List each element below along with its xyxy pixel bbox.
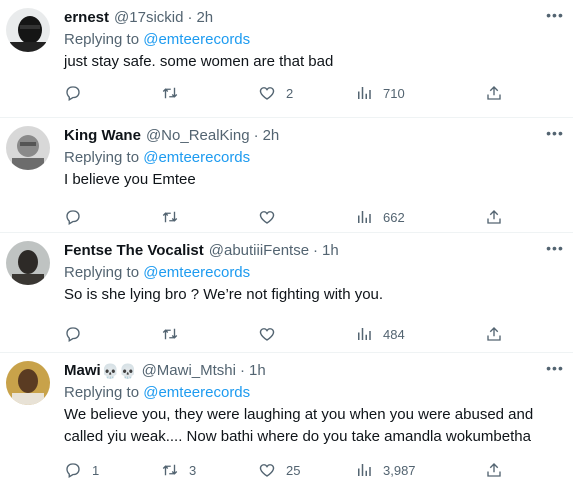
retweet-icon	[161, 461, 179, 479]
views-button[interactable]: 710	[355, 84, 452, 102]
user-handle[interactable]: @abutiiiFentse	[209, 241, 309, 261]
tweet-text: So is she lying bro ? We’re not fighting…	[64, 286, 384, 303]
share-button[interactable]	[485, 208, 503, 226]
reply-bubble-icon	[64, 208, 82, 226]
user-handle[interactable]: @17sickid	[114, 8, 183, 28]
like-button[interactable]	[258, 325, 355, 343]
more-dots-icon[interactable]: •••	[545, 7, 565, 23]
tweet-actions: 484	[64, 325, 503, 343]
heart-icon	[258, 208, 276, 226]
share-upload-icon	[485, 461, 503, 479]
replying-to: Replying to @emteerecords	[64, 383, 559, 403]
tweet-card[interactable]: Fentse The Vocalist @abutiiiFentse · 1h …	[0, 233, 573, 353]
views-count: 3,987	[383, 462, 416, 478]
user-handle[interactable]: @No_RealKing	[146, 126, 250, 146]
views-bars-icon	[355, 325, 373, 343]
display-name[interactable]: ernest	[64, 8, 109, 28]
separator-dot: ·	[239, 362, 245, 379]
reply-count: 1	[92, 462, 100, 478]
reply-to-link[interactable]: @emteerecords	[143, 149, 250, 166]
display-name[interactable]: King Wane	[64, 126, 141, 146]
reply-bubble-icon	[64, 84, 82, 102]
timestamp[interactable]: 1h	[322, 241, 339, 261]
retweet-button[interactable]: 3	[161, 461, 258, 479]
tweet-actions: 1 3 25 3,987	[64, 461, 503, 479]
retweet-icon	[161, 208, 179, 226]
heart-icon	[258, 84, 276, 102]
separator-dot: ·	[313, 242, 319, 259]
retweet-icon	[161, 325, 179, 343]
tweet-card[interactable]: ernest @17sickid · 2h Replying to @emtee…	[0, 0, 573, 118]
views-button[interactable]: 484	[355, 325, 452, 343]
views-button[interactable]: 3,987	[355, 461, 452, 479]
share-upload-icon	[485, 208, 503, 226]
replying-to: Replying to @emteerecords	[64, 30, 559, 50]
like-button[interactable]: 2	[258, 84, 355, 102]
views-count: 484	[383, 326, 405, 342]
views-bars-icon	[355, 208, 373, 226]
replying-label: Replying to	[64, 384, 140, 401]
separator-dot: ·	[253, 127, 259, 144]
views-button[interactable]: 662	[355, 208, 452, 226]
like-button[interactable]	[258, 208, 355, 226]
avatar[interactable]	[6, 126, 50, 170]
tweet-text: We believe you, they were laughing at yo…	[64, 406, 534, 445]
retweet-count: 3	[189, 462, 197, 478]
display-name[interactable]: Mawi	[64, 361, 101, 381]
timestamp[interactable]: 2h	[196, 8, 213, 28]
heart-icon	[258, 461, 276, 479]
reply-button[interactable]	[64, 84, 161, 102]
replying-to: Replying to @emteerecords	[64, 148, 559, 168]
reply-to-link[interactable]: @emteerecords	[143, 384, 250, 401]
tweet-actions: 662	[64, 208, 503, 226]
tweet-actions: 2 710	[64, 84, 503, 102]
user-handle[interactable]: @Mawi_Mtshi	[142, 361, 236, 381]
display-name[interactable]: Fentse The Vocalist	[64, 241, 204, 261]
replying-label: Replying to	[64, 31, 140, 48]
reply-button[interactable]	[64, 325, 161, 343]
share-button[interactable]	[485, 461, 503, 479]
views-count: 710	[383, 85, 405, 101]
like-count: 2	[286, 85, 294, 101]
avatar[interactable]	[6, 361, 50, 405]
tweet-card[interactable]: Mawi 💀💀 @Mawi_Mtshi · 1h Replying to @em…	[0, 353, 573, 492]
retweet-icon	[161, 84, 179, 102]
share-upload-icon	[485, 325, 503, 343]
separator-dot: ·	[187, 9, 193, 26]
avatar[interactable]	[6, 241, 50, 285]
avatar[interactable]	[6, 8, 50, 52]
replying-label: Replying to	[64, 264, 140, 281]
replying-to: Replying to @emteerecords	[64, 263, 559, 283]
reply-button[interactable]	[64, 208, 161, 226]
tweet-text: I believe you Emtee	[64, 171, 196, 188]
reply-to-link[interactable]: @emteerecords	[143, 264, 250, 281]
replying-label: Replying to	[64, 149, 140, 166]
views-bars-icon	[355, 461, 373, 479]
reply-bubble-icon	[64, 461, 82, 479]
like-count: 25	[286, 462, 301, 478]
reply-bubble-icon	[64, 325, 82, 343]
like-button[interactable]: 25	[258, 461, 355, 479]
more-dots-icon[interactable]: •••	[545, 360, 565, 376]
reply-to-link[interactable]: @emteerecords	[143, 31, 250, 48]
retweet-button[interactable]	[161, 208, 258, 226]
views-count: 662	[383, 209, 405, 225]
retweet-button[interactable]	[161, 325, 258, 343]
tweet-text: just stay safe. some women are that bad	[64, 53, 334, 70]
more-dots-icon[interactable]: •••	[545, 240, 565, 256]
timestamp[interactable]: 2h	[263, 126, 280, 146]
reply-button[interactable]: 1	[64, 461, 161, 479]
share-upload-icon	[485, 84, 503, 102]
timestamp[interactable]: 1h	[249, 361, 266, 381]
heart-icon	[258, 325, 276, 343]
share-button[interactable]	[485, 325, 503, 343]
retweet-button[interactable]	[161, 84, 258, 102]
views-bars-icon	[355, 84, 373, 102]
tweet-card[interactable]: King Wane @No_RealKing · 2h Replying to …	[0, 118, 573, 233]
skull-emoji: 💀💀	[101, 363, 137, 379]
share-button[interactable]	[485, 84, 503, 102]
more-dots-icon[interactable]: •••	[545, 125, 565, 141]
